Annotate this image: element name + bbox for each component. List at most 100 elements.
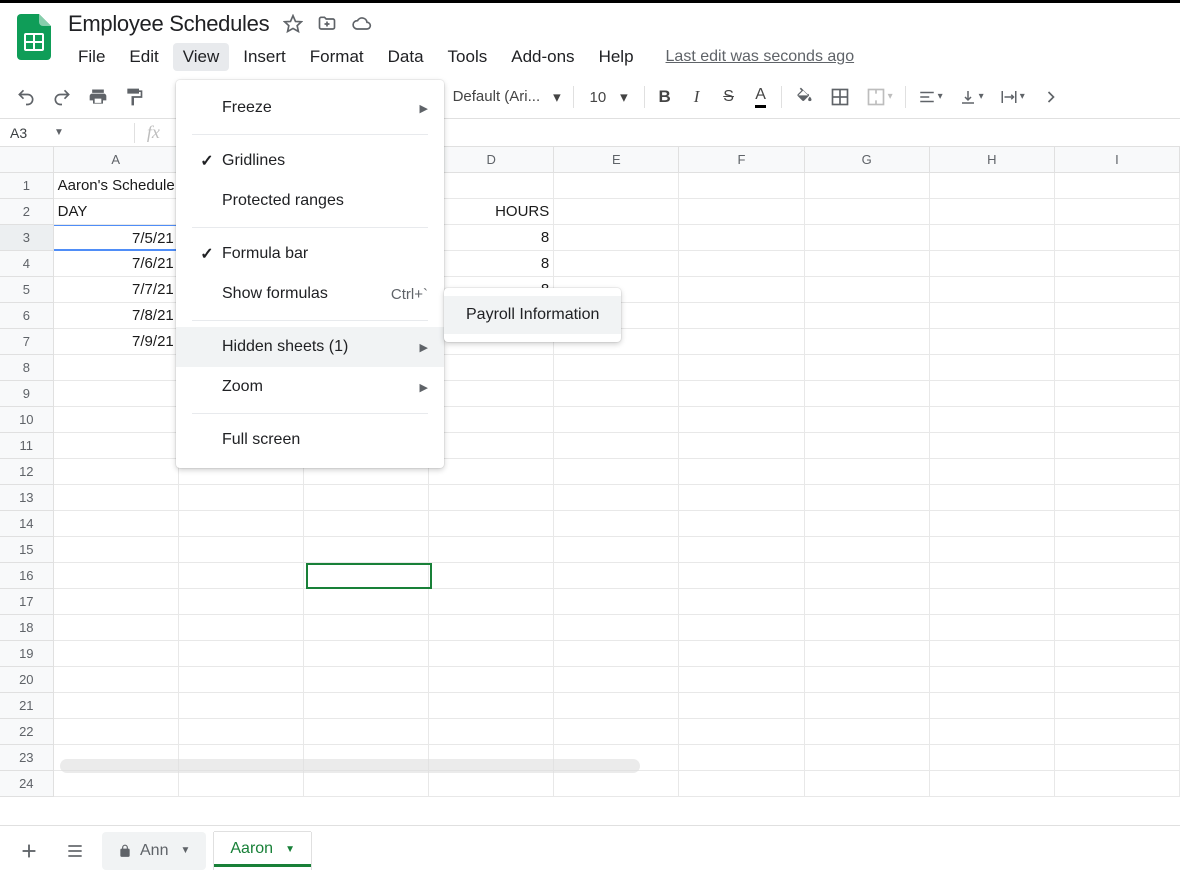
cell[interactable] bbox=[930, 719, 1055, 745]
menu-data[interactable]: Data bbox=[378, 43, 434, 71]
cell[interactable] bbox=[679, 537, 804, 563]
cell[interactable] bbox=[679, 459, 804, 485]
cell[interactable] bbox=[1055, 485, 1180, 511]
cell[interactable] bbox=[54, 615, 179, 641]
menu-addons[interactable]: Add-ons bbox=[501, 43, 584, 71]
cell[interactable] bbox=[1055, 511, 1180, 537]
cell[interactable] bbox=[54, 407, 179, 433]
cell[interactable]: 8 bbox=[429, 251, 554, 277]
cell[interactable] bbox=[930, 199, 1055, 225]
col-header[interactable]: H bbox=[930, 147, 1055, 172]
cell[interactable] bbox=[429, 511, 554, 537]
cell[interactable] bbox=[679, 563, 804, 589]
cell[interactable] bbox=[554, 225, 679, 251]
cell[interactable] bbox=[679, 615, 804, 641]
cell[interactable] bbox=[429, 719, 554, 745]
row-header[interactable]: 9 bbox=[0, 381, 54, 407]
cell[interactable] bbox=[805, 693, 930, 719]
row-header[interactable]: 14 bbox=[0, 511, 54, 537]
cell[interactable] bbox=[1055, 381, 1180, 407]
row-header[interactable]: 16 bbox=[0, 563, 54, 589]
row-header[interactable]: 24 bbox=[0, 771, 54, 797]
cell[interactable] bbox=[1055, 771, 1180, 797]
row-header[interactable]: 13 bbox=[0, 485, 54, 511]
cell[interactable] bbox=[805, 589, 930, 615]
cell[interactable] bbox=[54, 771, 179, 797]
menu-freeze[interactable]: Freeze▶ bbox=[176, 88, 444, 128]
cell[interactable] bbox=[805, 277, 930, 303]
cell[interactable] bbox=[179, 537, 304, 563]
cell[interactable] bbox=[1055, 407, 1180, 433]
cell[interactable] bbox=[429, 355, 554, 381]
menu-insert[interactable]: Insert bbox=[233, 43, 296, 71]
row-header[interactable]: 10 bbox=[0, 407, 54, 433]
cell[interactable] bbox=[554, 615, 679, 641]
cell[interactable] bbox=[805, 563, 930, 589]
cell[interactable] bbox=[805, 381, 930, 407]
cell[interactable] bbox=[805, 225, 930, 251]
text-color-button[interactable]: A bbox=[747, 82, 775, 112]
cell[interactable] bbox=[304, 485, 429, 511]
select-all-corner[interactable] bbox=[0, 147, 54, 172]
sheets-logo-icon[interactable] bbox=[14, 11, 54, 63]
add-sheet-button[interactable] bbox=[10, 832, 48, 870]
cell[interactable] bbox=[679, 667, 804, 693]
cell[interactable] bbox=[805, 511, 930, 537]
cell[interactable] bbox=[805, 173, 930, 199]
cell[interactable] bbox=[679, 199, 804, 225]
print-button[interactable] bbox=[82, 82, 114, 112]
menu-help[interactable]: Help bbox=[589, 43, 644, 71]
cell[interactable] bbox=[554, 641, 679, 667]
cell[interactable] bbox=[54, 511, 179, 537]
cell[interactable] bbox=[179, 719, 304, 745]
cell[interactable] bbox=[1055, 251, 1180, 277]
cell[interactable] bbox=[930, 459, 1055, 485]
cell[interactable] bbox=[679, 277, 804, 303]
cell[interactable]: DAY bbox=[54, 199, 179, 225]
cloud-icon[interactable] bbox=[351, 14, 373, 34]
cell[interactable] bbox=[554, 407, 679, 433]
cell[interactable] bbox=[805, 719, 930, 745]
font-selector[interactable]: Default (Ari...▾ bbox=[447, 88, 567, 106]
cell[interactable] bbox=[930, 563, 1055, 589]
menu-format[interactable]: Format bbox=[300, 43, 374, 71]
cell[interactable] bbox=[930, 641, 1055, 667]
row-header[interactable]: 1 bbox=[0, 173, 54, 199]
wrap-button[interactable]: ▾ bbox=[994, 82, 1031, 112]
cell[interactable] bbox=[1055, 719, 1180, 745]
cell[interactable] bbox=[554, 433, 679, 459]
cell[interactable] bbox=[179, 615, 304, 641]
cell[interactable] bbox=[1055, 641, 1180, 667]
cell[interactable] bbox=[679, 381, 804, 407]
cell[interactable] bbox=[679, 589, 804, 615]
cell[interactable] bbox=[1055, 693, 1180, 719]
cell[interactable] bbox=[930, 329, 1055, 355]
cell[interactable] bbox=[429, 381, 554, 407]
cell[interactable]: 7/6/21 bbox=[54, 251, 179, 277]
cell[interactable] bbox=[304, 511, 429, 537]
cell[interactable] bbox=[679, 719, 804, 745]
cell[interactable] bbox=[554, 381, 679, 407]
row-header[interactable]: 20 bbox=[0, 667, 54, 693]
cell[interactable] bbox=[930, 433, 1055, 459]
cell[interactable] bbox=[930, 303, 1055, 329]
col-header[interactable]: F bbox=[679, 147, 804, 172]
cell[interactable] bbox=[805, 771, 930, 797]
cell[interactable] bbox=[54, 667, 179, 693]
cell[interactable] bbox=[54, 563, 179, 589]
row-header[interactable]: 15 bbox=[0, 537, 54, 563]
cell[interactable] bbox=[805, 485, 930, 511]
cell[interactable] bbox=[930, 667, 1055, 693]
sheet-tab-ann[interactable]: Ann ▼ bbox=[102, 832, 206, 870]
menu-protected-ranges[interactable]: Protected ranges bbox=[176, 181, 444, 221]
cell[interactable] bbox=[554, 667, 679, 693]
row-header[interactable]: 6 bbox=[0, 303, 54, 329]
cell[interactable] bbox=[179, 589, 304, 615]
cell[interactable] bbox=[1055, 745, 1180, 771]
star-icon[interactable] bbox=[283, 14, 303, 34]
cell[interactable] bbox=[304, 563, 429, 589]
cell[interactable] bbox=[930, 225, 1055, 251]
cell[interactable] bbox=[554, 355, 679, 381]
cell[interactable] bbox=[429, 563, 554, 589]
row-header[interactable]: 21 bbox=[0, 693, 54, 719]
